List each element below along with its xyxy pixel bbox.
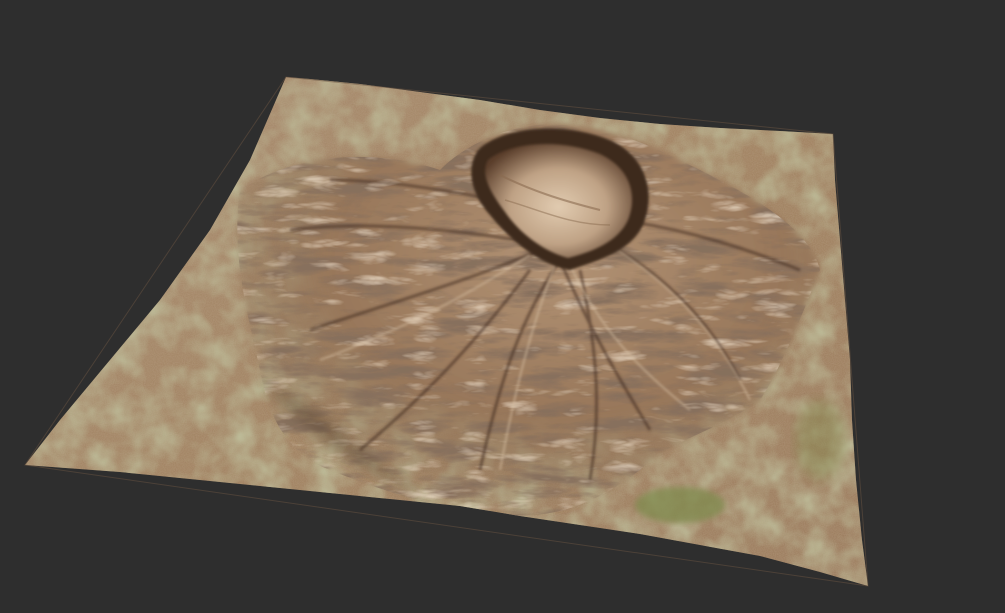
- terrain-plate: [25, 77, 868, 586]
- terrain-render: [24, 76, 869, 587]
- render-viewport: [0, 0, 1005, 613]
